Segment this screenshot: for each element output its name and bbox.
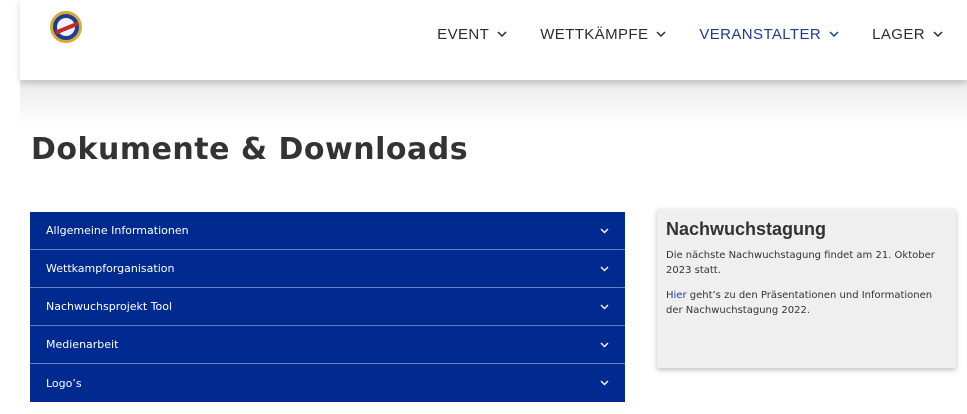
nav-event-label: EVENT [437, 25, 490, 43]
club-logo[interactable] [50, 11, 82, 43]
accordion-item-logos[interactable]: Logo’s [30, 364, 625, 402]
accordion-item-allgemeine-informationen[interactable]: Allgemeine Informationen [30, 212, 625, 250]
nav-wettkaempfe-label: WETTKÄMPFE [540, 25, 649, 43]
chevron-down-icon [600, 342, 609, 347]
accordion-item-label: Nachwuchsprojekt Tool [46, 300, 173, 313]
chevron-down-icon [656, 30, 666, 38]
chevron-down-icon [933, 30, 943, 38]
widget-link-text: Hier geht’s zu den Präsentationen und In… [666, 288, 947, 318]
downloads-accordion: Allgemeine Informationen Wettkampforgani… [30, 212, 625, 402]
main-nav: EVENT WETTKÄMPFE VERANSTALTER LAGER [437, 0, 943, 68]
chevron-down-icon [829, 30, 839, 38]
accordion-item-label: Allgemeine Informationen [46, 224, 189, 237]
accordion-item-wettkampforganisation[interactable]: Wettkampforganisation [30, 250, 625, 288]
widget-link-rest: geht’s zu den Präsentationen und Informa… [666, 290, 933, 316]
chevron-down-icon [600, 228, 609, 233]
widget-text: Die nächste Nachwuchstagung findet am 21… [666, 250, 935, 276]
chevron-down-icon [497, 30, 507, 38]
accordion-item-medienarbeit[interactable]: Medienarbeit [30, 326, 625, 364]
accordion-item-label: Wettkampforganisation [46, 262, 175, 275]
page-title: Dokumente & Downloads [31, 132, 469, 167]
nav-wettkaempfe[interactable]: WETTKÄMPFE [540, 26, 666, 43]
nav-veranstalter-label: VERANSTALTER [699, 25, 822, 43]
chevron-down-icon [600, 304, 609, 309]
nav-veranstalter[interactable]: VERANSTALTER [699, 26, 839, 43]
nav-event[interactable]: EVENT [437, 26, 507, 43]
nachwuchstagung-widget: Nachwuchstagung Die nächste Nachwuchstag… [657, 209, 956, 368]
chevron-down-icon [600, 380, 609, 386]
accordion-item-nachwuchsprojekt-tool[interactable]: Nachwuchsprojekt Tool [30, 288, 625, 326]
nav-lager[interactable]: LAGER [872, 26, 943, 43]
nav-lager-label: LAGER [872, 25, 925, 43]
header-shadow-band [20, 80, 967, 125]
site-header: EVENT WETTKÄMPFE VERANSTALTER LAGER [20, 0, 967, 80]
hier-link[interactable]: Hier [666, 290, 687, 301]
chevron-down-icon [600, 266, 609, 271]
widget-title: Nachwuchstagung [666, 219, 827, 239]
accordion-item-label: Logo’s [46, 376, 82, 390]
accordion-item-label: Medienarbeit [46, 338, 119, 351]
